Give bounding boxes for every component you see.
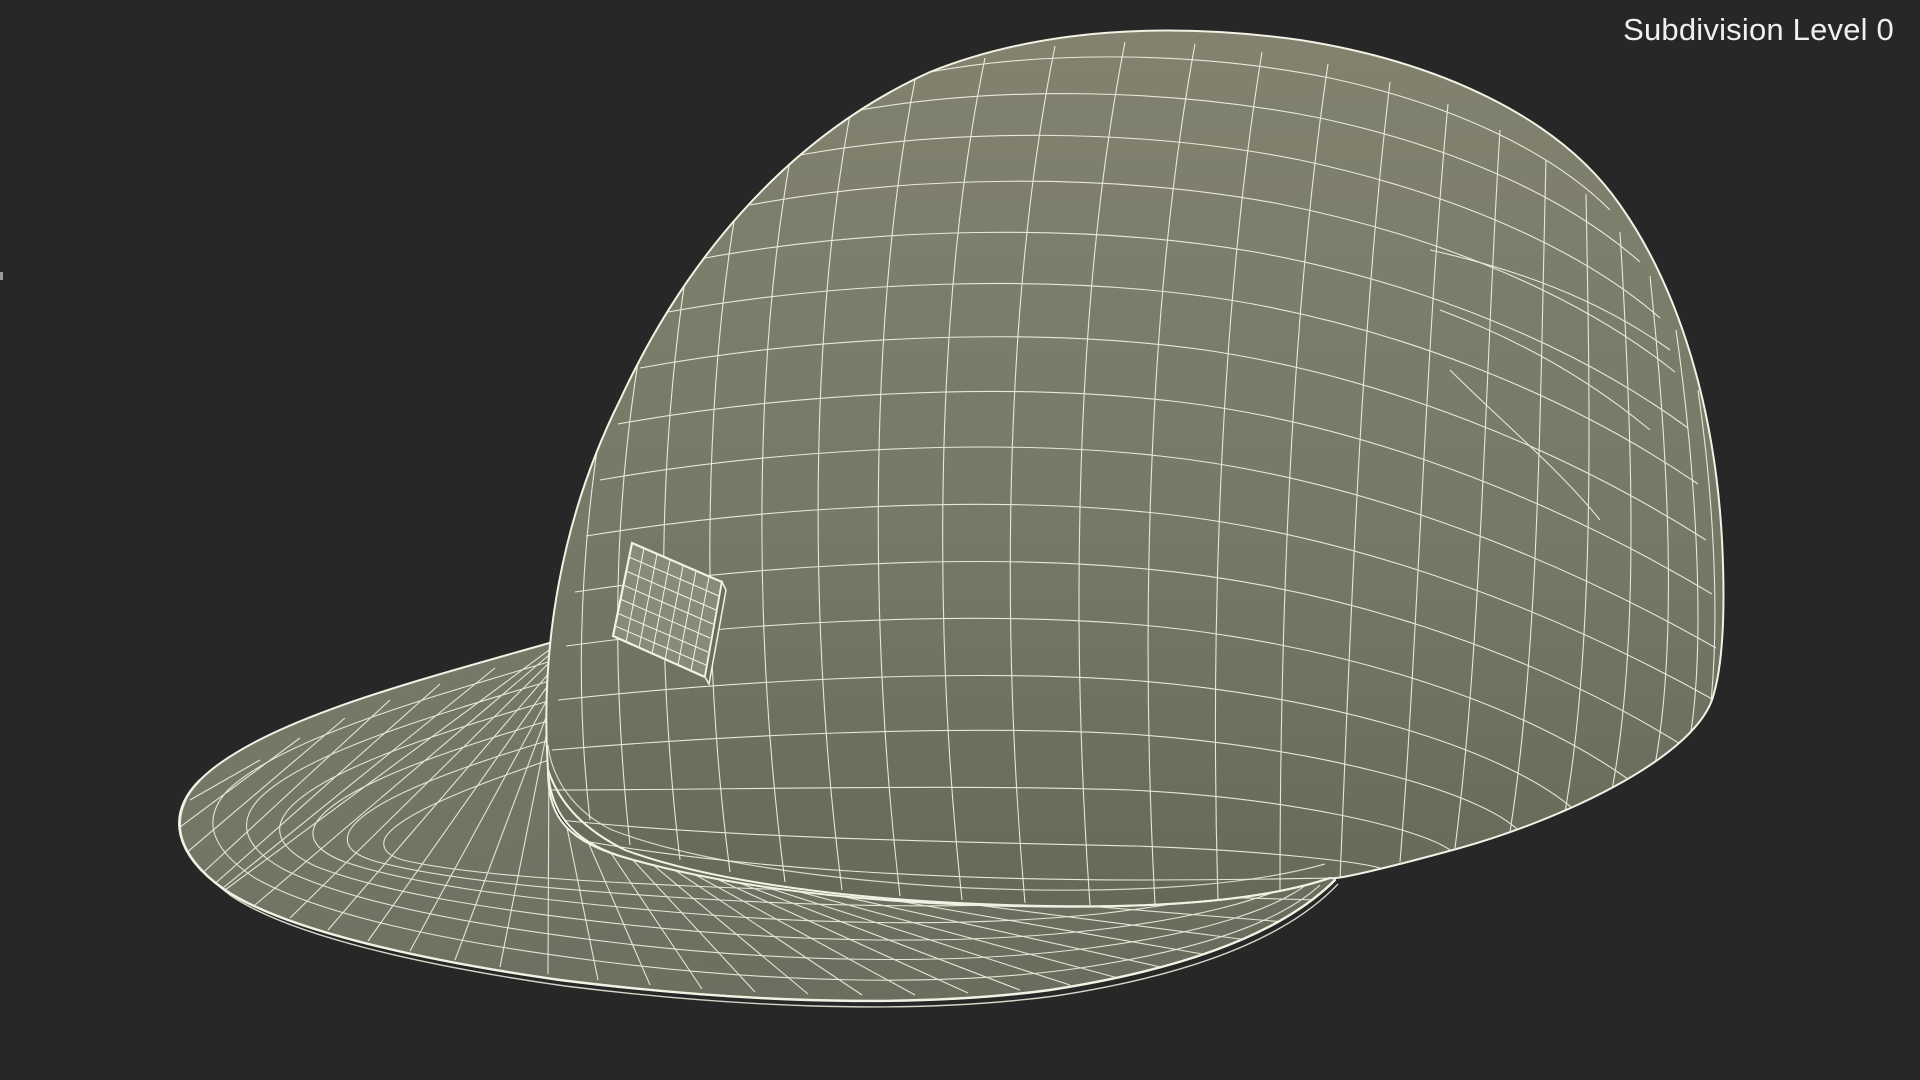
viewport-edge-marker xyxy=(0,272,3,280)
cap-wireframe-render xyxy=(178,29,1725,1008)
render-viewport[interactable]: Subdivision Level 0 xyxy=(0,0,1920,1080)
crown xyxy=(545,29,1725,908)
subdivision-level-label: Subdivision Level 0 xyxy=(1623,12,1894,47)
